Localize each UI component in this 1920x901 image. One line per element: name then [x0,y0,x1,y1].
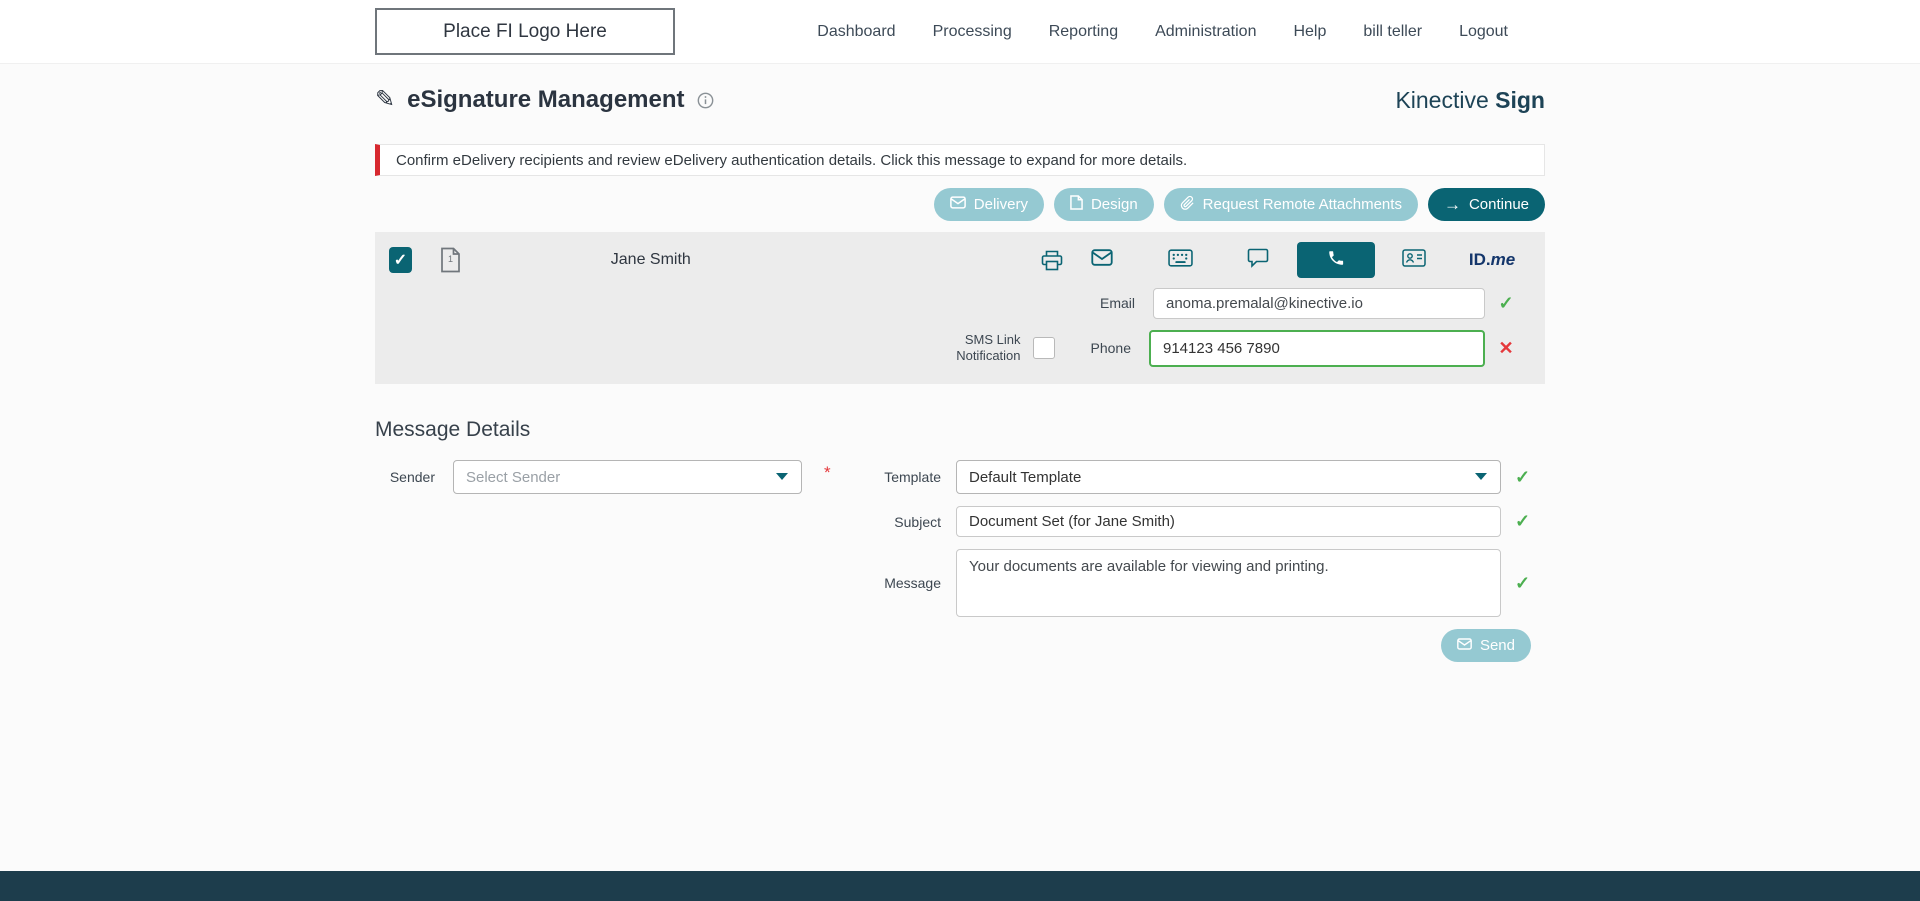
auth-method-tabs: ID.me [1063,242,1531,278]
edelivery-alert-banner[interactable]: Confirm eDelivery recipients and review … [375,144,1545,176]
nav-user-bill-teller[interactable]: bill teller [1363,23,1422,41]
sender-label: Sender [389,469,435,485]
chevron-down-icon [1474,468,1488,486]
email-label: Email [1099,295,1135,311]
recipient-phone-row: SMS Link Notification Phone ✕ [375,324,1545,372]
footer-bar [0,871,1920,901]
tab-access-code-auth[interactable] [1141,242,1219,278]
phone-invalid-x-icon: ✕ [1498,337,1514,358]
arrow-right-icon: → [1443,195,1461,214]
send-button[interactable]: Send [1440,629,1531,662]
email-input[interactable] [1153,287,1485,319]
design-button[interactable]: Design [1053,188,1154,221]
sender-row: Sender Select Sender * [375,460,831,494]
subject-row: Subject ✓ [881,506,1531,537]
brand-product: Sign [1495,86,1545,113]
message-details-form: Sender Select Sender * Template Default … [375,460,1545,690]
nav-logout[interactable]: Logout [1459,23,1508,41]
nav-administration[interactable]: Administration [1155,23,1256,41]
page-title: eSignature Management [407,86,685,113]
template-label: Template [884,469,941,485]
nav-processing[interactable]: Processing [933,23,1012,41]
tab-email-auth[interactable] [1063,242,1141,278]
template-dropdown[interactable]: Default Template [956,460,1501,494]
email-valid-check-icon: ✓ [1498,292,1514,313]
contact-card-icon [1402,248,1426,272]
keyboard-icon [1167,248,1193,272]
subject-label: Subject [894,513,941,530]
printer-icon[interactable] [1041,250,1063,271]
svg-text:1: 1 [448,254,453,264]
phone-icon [1327,249,1345,272]
template-valid-check-icon: ✓ [1515,466,1531,487]
sender-dropdown-value: Select Sender [466,468,561,486]
tab-phone-auth[interactable] [1297,242,1375,278]
request-remote-attachments-label: Request Remote Attachments [1202,196,1402,213]
tab-sms-auth[interactable] [1219,242,1297,278]
idme-logo: ID.me [1469,250,1515,270]
recipient-card: ✓ 1 Jane Smith ID.me Email anoma.premala… [375,232,1545,384]
template-row: Template Default Template ✓ [881,460,1531,494]
envelope-icon [1457,637,1472,654]
brand-name: Kinective [1395,86,1489,113]
message-row: Message Your documents are available for… [881,549,1531,617]
delivery-button-label: Delivery [973,196,1028,213]
recipient-header-row: ✓ 1 Jane Smith ID.me [375,238,1545,282]
chat-bubble-icon [1247,248,1269,273]
message-right-column: Template Default Template ✓ Subject ✓ Me… [881,460,1531,662]
signature-pen-icon: ✎ [375,86,396,113]
required-marker: * [824,463,831,482]
fi-logo-placeholder: Place FI Logo Here [375,8,675,55]
paperclip-icon [1180,195,1195,214]
phone-input[interactable] [1149,329,1485,367]
envelope-icon [1091,249,1113,271]
info-icon[interactable] [697,92,714,109]
main-nav: Dashboard Processing Reporting Administr… [817,23,1508,41]
message-textarea[interactable]: Your documents are available for viewing… [956,549,1501,617]
send-button-label: Send [1479,637,1515,654]
sender-dropdown[interactable]: Select Sender [453,460,802,494]
sms-link-notification-label: SMS Link Notification [956,332,1021,363]
nav-dashboard[interactable]: Dashboard [817,23,895,41]
message-valid-check-icon: ✓ [1515,572,1531,593]
message-label: Message [884,575,941,591]
tab-idme-auth[interactable]: ID.me [1453,242,1531,278]
envelope-icon [949,196,966,213]
idme-logo-me: me [1490,250,1516,269]
chevron-down-icon [775,468,789,486]
message-details-heading: Message Details [375,418,531,441]
template-dropdown-value: Default Template [969,468,1082,486]
send-button-row: Send [881,629,1531,662]
recipient-email-row: Email ✓ [375,282,1545,324]
alert-text: Confirm eDelivery recipients and review … [396,151,1188,169]
continue-button-label: Continue [1468,196,1529,213]
delivery-button[interactable]: Delivery [933,188,1044,221]
page-title-row: ✎ eSignature Management Kinective Sign [375,86,1545,114]
recipient-name: Jane Smith [610,251,691,268]
request-remote-attachments-button[interactable]: Request Remote Attachments [1163,188,1418,221]
action-button-row: Delivery Design Request Remote Attachmen… [375,188,1545,221]
phone-label: Phone [1090,340,1131,356]
design-button-label: Design [1090,196,1138,213]
subject-valid-check-icon: ✓ [1515,511,1531,531]
continue-button[interactable]: → Continue [1427,188,1545,221]
nav-help[interactable]: Help [1293,23,1326,41]
nav-reporting[interactable]: Reporting [1049,23,1118,41]
kinective-sign-brand: Kinective Sign [1395,87,1545,114]
recipient-checkbox[interactable]: ✓ [389,247,412,273]
top-header: Place FI Logo Here Dashboard Processing … [0,0,1920,64]
subject-input[interactable] [956,506,1501,537]
document-count-icon[interactable]: 1 [440,247,461,273]
idme-logo-id: ID. [1468,250,1491,269]
tab-contact-card-auth[interactable] [1375,242,1453,278]
sms-link-notification-checkbox[interactable] [1032,337,1055,359]
fi-logo-text: Place FI Logo Here [443,20,607,42]
document-icon [1070,195,1083,214]
